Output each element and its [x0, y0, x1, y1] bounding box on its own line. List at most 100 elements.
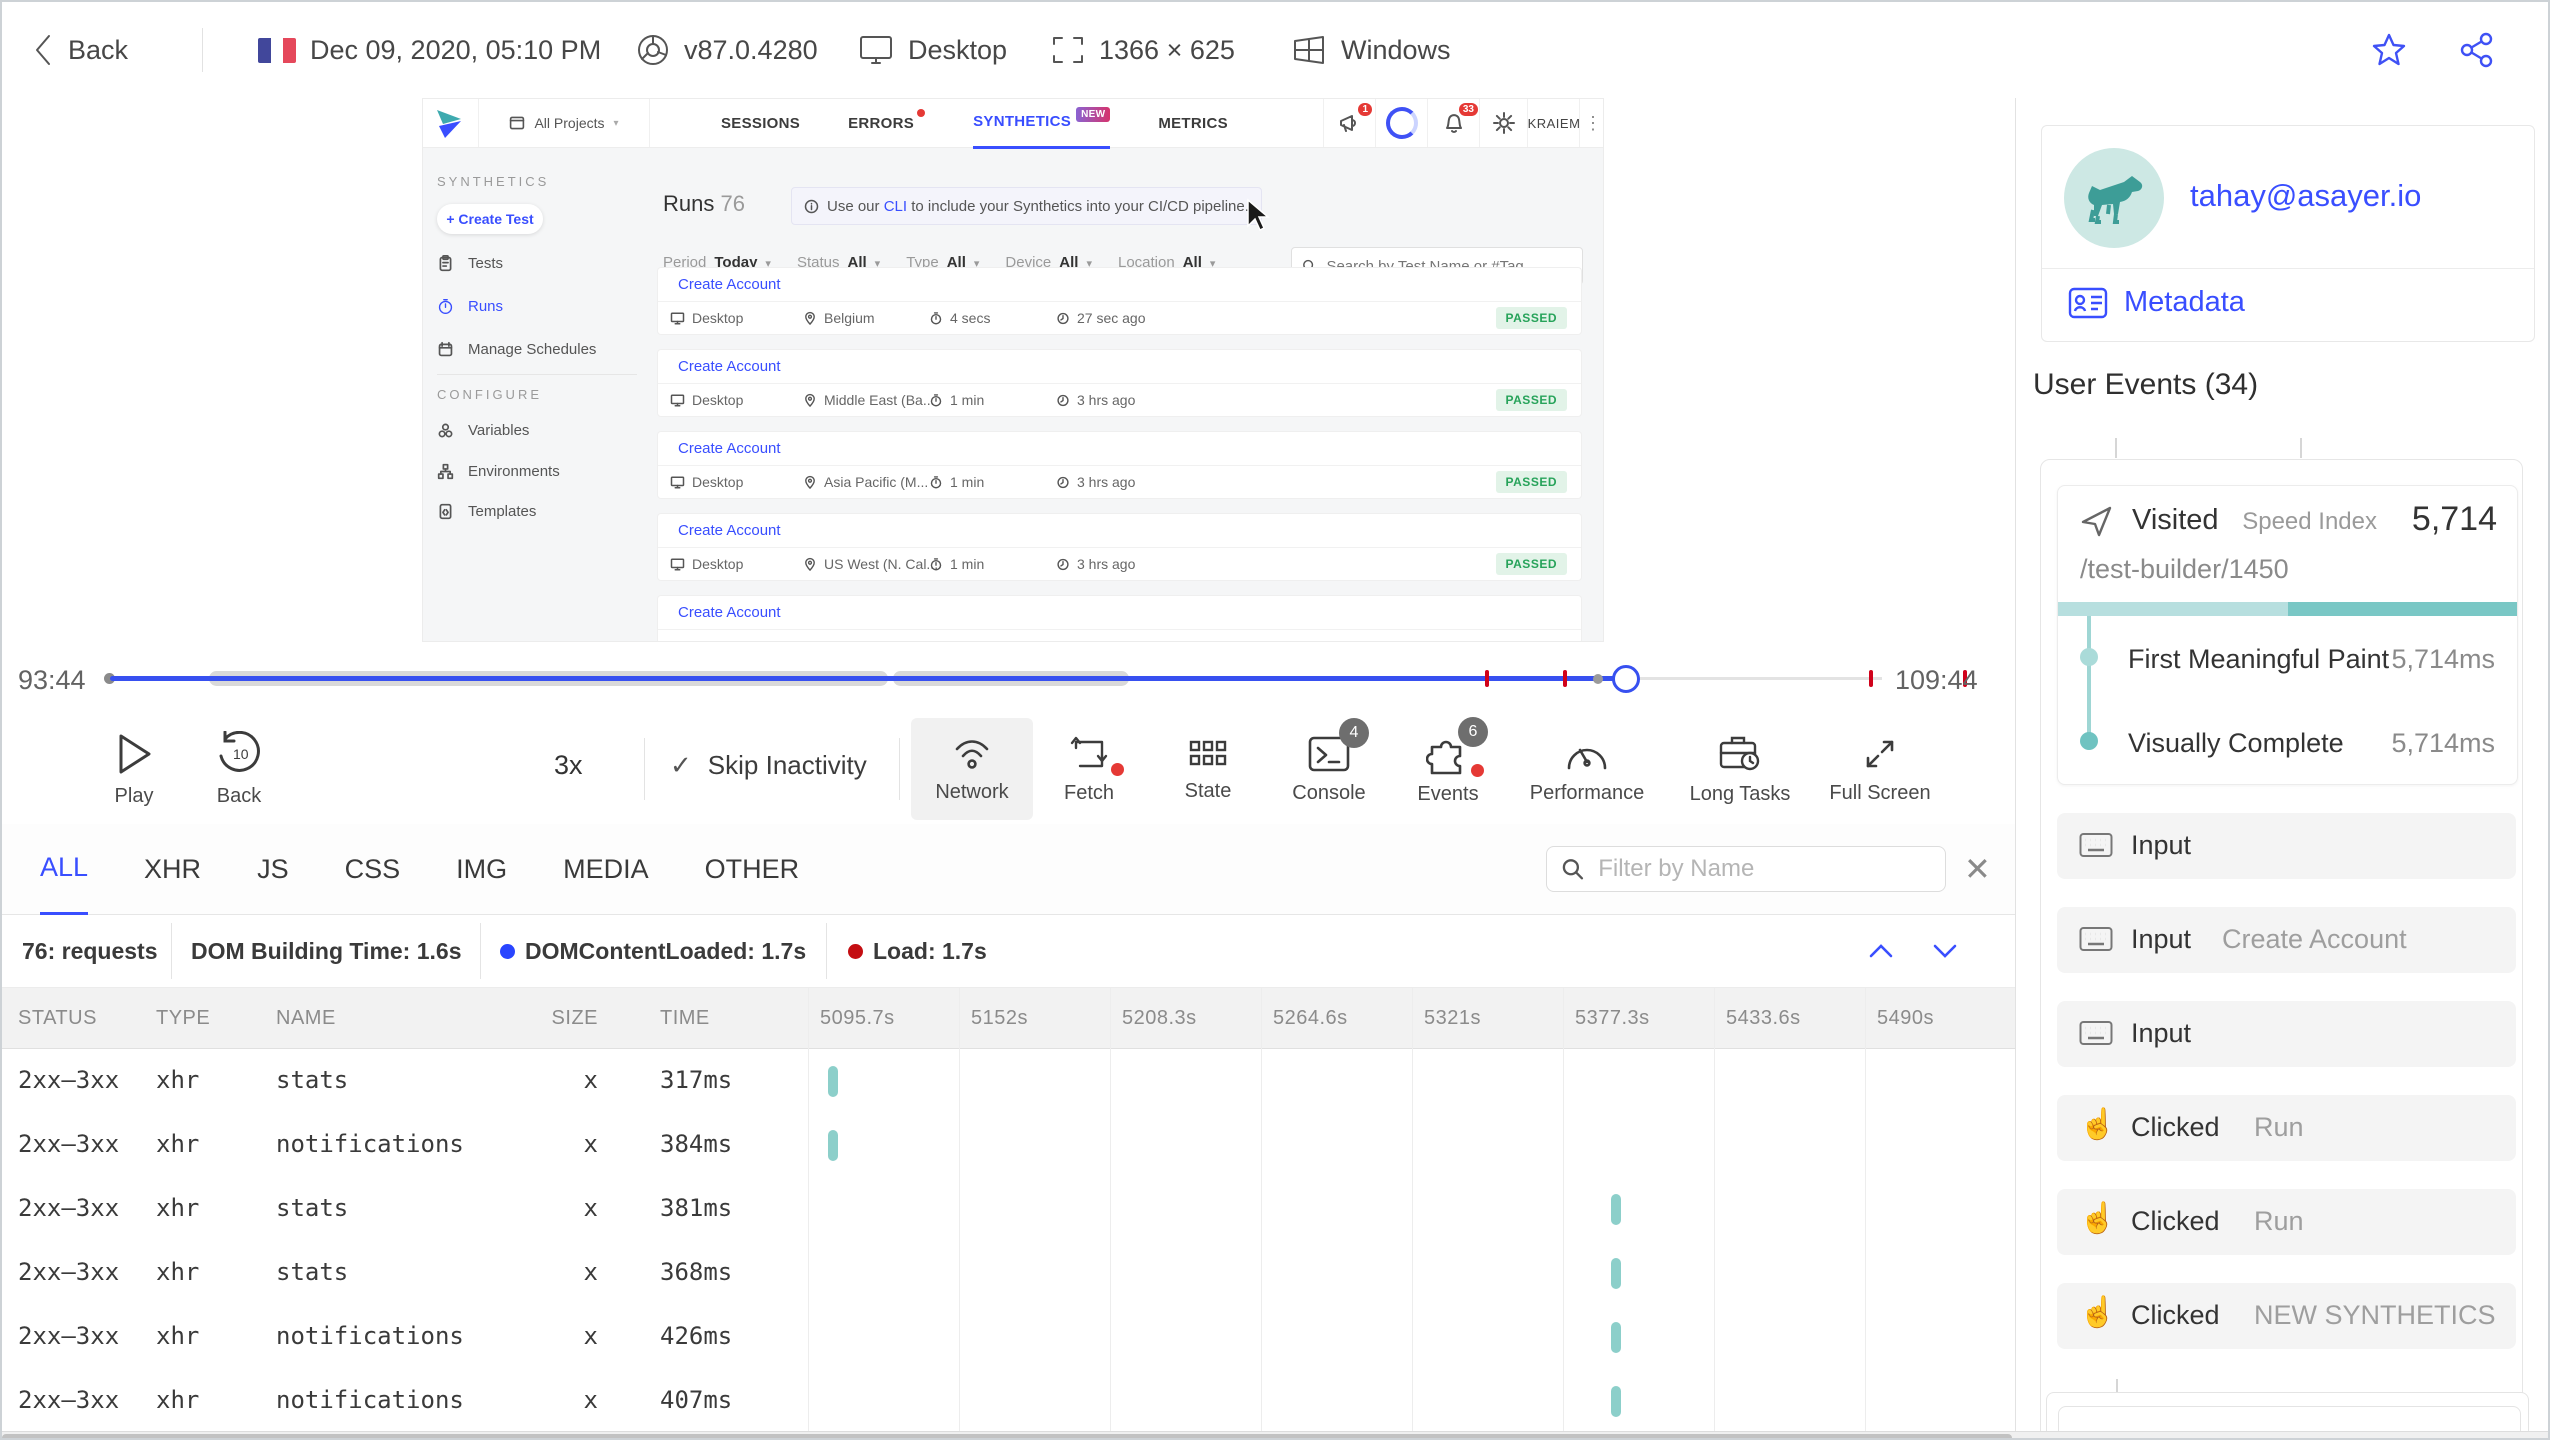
tab-css[interactable]: CSS	[345, 824, 401, 914]
event-card-input[interactable]: Input	[2057, 1001, 2516, 1067]
sidebar-item-tests[interactable]: Tests	[437, 255, 503, 272]
user-menu[interactable]: KRAIEM	[1527, 99, 1580, 147]
back-10-button[interactable]: 10 Back	[179, 720, 299, 818]
project-selector[interactable]: All Projects ▾	[478, 99, 650, 147]
screen-size-icon	[1053, 37, 1083, 63]
col-type: TYPE	[156, 1007, 211, 1029]
panel-button-long-tasks[interactable]: Long Tasks	[1680, 720, 1800, 818]
event-card-input[interactable]: Input	[2057, 813, 2516, 879]
tab-synthetics[interactable]: SYNTHETICS NEW	[973, 99, 1111, 149]
tab-media[interactable]: MEDIA	[563, 824, 649, 914]
play-button[interactable]: Play	[74, 720, 194, 818]
more-menu[interactable]: ⋮	[1579, 99, 1603, 147]
share-button[interactable]	[2458, 2, 2496, 98]
device-label: Desktop	[908, 34, 1008, 65]
create-test-button[interactable]: + Create Test	[437, 204, 543, 234]
clock-icon	[1057, 476, 1069, 488]
clipboard-icon	[439, 255, 452, 272]
wifi-icon	[955, 739, 989, 769]
table-row[interactable]: 2xx–3xx xhr stats x 368ms	[2, 1241, 2016, 1305]
scrollbar-thumb[interactable]	[2, 1434, 2012, 1438]
notifications-button[interactable]: 33	[1427, 99, 1480, 147]
time-tick: 5095.7s	[820, 1007, 895, 1029]
blue-dot-icon	[500, 943, 515, 959]
tab-other[interactable]: OTHER	[705, 824, 800, 914]
cli-link[interactable]: CLI	[884, 198, 907, 215]
sidebar-item-templates[interactable]: Templates	[437, 503, 536, 520]
sidebar-item-variables[interactable]: Variables	[437, 422, 529, 439]
metric-dot	[2080, 732, 2098, 750]
panel-button-events[interactable]: 6 Events	[1388, 716, 1508, 818]
divider	[202, 28, 203, 72]
sidebar-item-manage-schedules[interactable]: Manage Schedules	[437, 341, 596, 358]
close-panel-button[interactable]: ✕	[1964, 850, 1991, 888]
stopwatch-icon	[930, 311, 942, 324]
sidebar-item-runs[interactable]: Runs	[437, 298, 503, 315]
tab-sessions[interactable]: SESSIONS	[721, 99, 800, 147]
speed-toggle[interactable]: 3x	[554, 750, 583, 781]
timeline-track[interactable]	[104, 643, 1968, 714]
back-button[interactable]: Back	[32, 2, 128, 98]
rewind-10-icon: 10	[219, 730, 260, 772]
panel-button-network[interactable]: Network	[912, 720, 1032, 818]
visited-event-card[interactable]: Visited Speed Index 5,714 /test-builder/…	[2057, 485, 2518, 785]
settings-button[interactable]	[1479, 99, 1528, 147]
run-title-link[interactable]: Create Account	[678, 440, 781, 457]
tab-all[interactable]: ALL	[40, 822, 89, 916]
navigate-icon	[2081, 506, 2112, 537]
tab-xhr[interactable]: XHR	[144, 824, 201, 914]
time-tick: 5433.6s	[1726, 1007, 1801, 1029]
run-title-link[interactable]: Create Account	[678, 276, 781, 293]
run-title-link[interactable]: Create Account	[678, 522, 781, 539]
tab-metrics[interactable]: METRICS	[1158, 99, 1228, 147]
jump-down-button[interactable]	[1928, 937, 1962, 965]
os-info: Windows	[1291, 2, 1451, 98]
run-row[interactable]: Create Account Desktop Middle East (Ba..…	[658, 350, 1581, 416]
tab-errors[interactable]: ERRORS	[848, 99, 926, 147]
timeline: 93:44 109:44	[2, 643, 2015, 714]
waterfall-bar	[1611, 1322, 1622, 1353]
time-tick: 5490s	[1877, 1007, 1934, 1029]
panel-button-console[interactable]: 4 Console	[1269, 717, 1389, 818]
favorite-button[interactable]	[2370, 2, 2408, 98]
timeline-handle[interactable]	[1612, 665, 1641, 693]
run-title-link[interactable]: Create Account	[678, 358, 781, 375]
panel-button-performance[interactable]: Performance	[1527, 720, 1647, 818]
run-row[interactable]: Create Account Desktop US West (N. Cal..…	[658, 514, 1581, 580]
tmark	[1869, 670, 1874, 687]
svg-text:10: 10	[233, 746, 249, 762]
tab-js[interactable]: JS	[257, 824, 289, 914]
panel-button-full-screen[interactable]: Full Screen	[1820, 720, 1940, 818]
new-badge: NEW	[1076, 107, 1111, 122]
user-email-link[interactable]: tahay@asayer.io	[2190, 178, 2421, 214]
run-row[interactable]: Create Account Desktop Asia Pacific (M..…	[658, 432, 1581, 498]
keyboard-icon	[2079, 927, 2113, 951]
skip-inactivity-toggle[interactable]: ✓ Skip Inactivity	[670, 750, 867, 781]
event-card-clicked[interactable]: ☝ Clicked Run	[2057, 1189, 2516, 1255]
event-card-clicked[interactable]: ☝ Clicked NEW SYNTHETICS	[2057, 1283, 2516, 1349]
session-date: Dec 09, 2020, 05:10 PM	[258, 2, 601, 98]
col-status: STATUS	[18, 1007, 97, 1029]
panel-button-state[interactable]: State	[1148, 720, 1268, 818]
table-row[interactable]: 2xx–3xx xhr stats x 381ms	[2, 1177, 2016, 1241]
tab-img[interactable]: IMG	[456, 824, 507, 914]
event-card-clicked[interactable]: ☝ Clicked Run	[2057, 1095, 2516, 1161]
table-row[interactable]: 2xx–3xx xhr stats x 317ms	[2, 1049, 2016, 1113]
sidebar-item-environments[interactable]: Environments	[437, 463, 560, 480]
horizontal-scrollbar[interactable]	[2, 1431, 2548, 1438]
expand-icon	[1866, 740, 1894, 767]
announcements-button[interactable]: 1	[1323, 99, 1376, 147]
jump-up-button[interactable]	[1864, 937, 1898, 965]
filter-input[interactable]	[1546, 846, 1946, 892]
event-card-input[interactable]: Input Create Account	[2057, 907, 2516, 973]
table-row[interactable]: 2xx–3xx xhr notifications x 407ms	[2, 1369, 2016, 1433]
sidebar-section-synthetics: SYNTHETICS	[437, 174, 550, 189]
table-row[interactable]: 2xx–3xx xhr notifications x 426ms	[2, 1305, 2016, 1369]
run-row[interactable]: Create Account	[658, 596, 1581, 641]
table-row[interactable]: 2xx–3xx xhr notifications x 384ms	[2, 1113, 2016, 1177]
run-title-link[interactable]: Create Account	[678, 604, 781, 621]
run-row[interactable]: Create Account Desktop Belgium 4 secs 27…	[658, 268, 1581, 334]
panel-button-fetch[interactable]: Fetch	[1029, 720, 1149, 818]
col-time: TIME	[660, 1007, 710, 1029]
metadata-button[interactable]: Metadata	[2068, 286, 2245, 319]
